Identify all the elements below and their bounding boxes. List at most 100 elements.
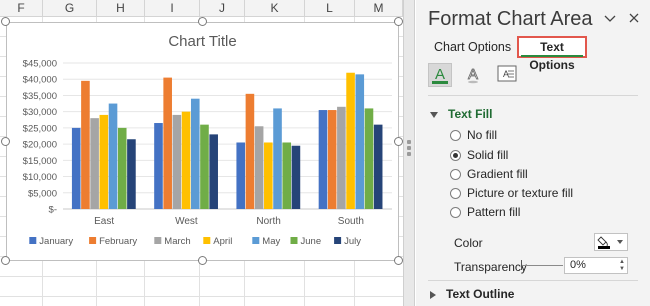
- radio-button-selected[interactable]: [450, 150, 461, 162]
- resize-handle-top[interactable]: [198, 17, 207, 26]
- tab-chart-options-label: Chart Options: [434, 40, 512, 54]
- bar-february-south: [327, 110, 337, 209]
- radio-button[interactable]: [450, 130, 461, 142]
- radio-picture-fill[interactable]: Picture or texture fill: [450, 186, 573, 200]
- radio-pattern-fill[interactable]: Pattern fill: [450, 205, 520, 219]
- resize-handle-bottom[interactable]: [198, 256, 207, 265]
- bar-april-east: [99, 114, 109, 209]
- bar-may-east: [108, 103, 118, 209]
- y-tick-label: $10,000: [23, 172, 57, 183]
- text-effects-icon[interactable]: A: [462, 63, 486, 87]
- bar-march-east: [90, 118, 99, 209]
- transparency-slider-track[interactable]: [521, 265, 563, 266]
- legend-label-february: February: [99, 236, 137, 247]
- column-header-f[interactable]: F: [0, 0, 43, 17]
- column-header-h[interactable]: H: [97, 0, 145, 17]
- column-header-l[interactable]: L: [305, 0, 355, 17]
- radio-no-fill[interactable]: No fill: [450, 128, 497, 142]
- bar-april-west: [181, 111, 191, 209]
- resize-handle-left[interactable]: [1, 137, 10, 146]
- expand-triangle-icon: [430, 111, 438, 118]
- chevron-down-icon[interactable]: [600, 8, 620, 30]
- legend-swatch-may: [252, 237, 260, 244]
- radio-button[interactable]: [450, 169, 461, 181]
- y-tick-label: $-: [49, 205, 57, 216]
- resize-handle-top-right[interactable]: [394, 17, 403, 26]
- x-tick-label: East: [94, 216, 114, 227]
- resize-handle-right[interactable]: [394, 137, 403, 146]
- column-header-bar: F G H I J K L M: [0, 0, 403, 17]
- y-tick-label: $40,000: [23, 75, 57, 86]
- bar-january-south: [318, 110, 328, 209]
- legend-swatch-january: [29, 237, 37, 244]
- radio-gradient-fill[interactable]: Gradient fill: [450, 167, 528, 181]
- bar-july-east: [127, 139, 136, 209]
- collapse-triangle-icon: [430, 290, 436, 299]
- radio-solid-fill[interactable]: Solid fill: [450, 148, 508, 162]
- x-tick-label: South: [338, 216, 364, 227]
- section-text-fill[interactable]: Text Fill: [430, 107, 492, 121]
- radio-label: Gradient fill: [467, 167, 528, 181]
- y-tick-label: $45,000: [23, 59, 57, 70]
- resize-handle-top-left[interactable]: [1, 17, 10, 26]
- y-tick-label: $35,000: [23, 91, 57, 102]
- legend-swatch-february: [89, 237, 97, 244]
- bar-april-north: [264, 142, 273, 209]
- format-pane: Format Chart Area Chart Options⌄ Text Op…: [416, 0, 650, 306]
- x-tick-label: West: [175, 216, 198, 227]
- bar-june-north: [282, 142, 292, 209]
- legend-label-january: January: [39, 236, 73, 247]
- svg-text:A: A: [435, 66, 445, 83]
- active-tab-indicator: [521, 55, 583, 57]
- bar-march-north: [254, 126, 264, 209]
- textbox-icon[interactable]: A: [496, 63, 520, 87]
- text-outline-heading: Text Outline: [446, 287, 515, 301]
- section-separator: [428, 280, 638, 281]
- column-header-j[interactable]: J: [200, 0, 245, 17]
- bar-february-west: [163, 77, 172, 209]
- section-separator: [428, 95, 638, 96]
- section-text-outline[interactable]: Text Outline: [430, 287, 514, 301]
- bar-may-west: [190, 98, 200, 209]
- tab-chart-options[interactable]: Chart Options⌄: [434, 40, 524, 54]
- y-tick-label: $15,000: [23, 156, 57, 167]
- bar-february-east: [81, 80, 90, 209]
- radio-label: Pattern fill: [467, 205, 521, 219]
- bar-may-south: [355, 74, 365, 209]
- column-header-i[interactable]: I: [145, 0, 200, 17]
- bar-july-north: [291, 145, 301, 209]
- bar-may-north: [273, 108, 282, 209]
- spreadsheet-area[interactable]: F G H I J K L M Chart Title $45,000 $40,…: [0, 0, 403, 306]
- bar-june-south: [364, 108, 374, 209]
- legend-label-july: July: [344, 236, 361, 247]
- transparency-spinner[interactable]: 0% ▲ ▼: [564, 257, 628, 274]
- y-tick-label: $20,000: [23, 140, 57, 151]
- column-header-g[interactable]: G: [43, 0, 97, 17]
- legend-swatch-april: [203, 237, 211, 244]
- legend-swatch-march: [154, 237, 162, 244]
- pane-splitter[interactable]: [403, 0, 415, 306]
- bar-february-north: [245, 93, 255, 209]
- text-fill-heading: Text Fill: [448, 107, 493, 121]
- radio-button[interactable]: [450, 188, 461, 200]
- chart-plot[interactable]: $45,000 $40,000 $35,000 $30,000 $25,000 $20,0…: [7, 23, 400, 262]
- chart-area[interactable]: Chart Title $45,000 $40,000 $35,000 $30,000…: [6, 22, 399, 261]
- column-header-m[interactable]: M: [355, 0, 403, 17]
- y-tick-label: $5,000: [28, 188, 57, 199]
- bar-march-west: [172, 114, 182, 209]
- radio-button[interactable]: [450, 207, 461, 219]
- legend-label-march: March: [164, 236, 190, 247]
- y-tick-label: $25,000: [23, 123, 57, 134]
- resize-handle-bottom-left[interactable]: [1, 256, 10, 265]
- legend-swatch-july: [334, 237, 342, 244]
- font-color-picker-button[interactable]: [594, 233, 628, 251]
- transparency-slider-thumb[interactable]: [521, 260, 522, 270]
- close-icon[interactable]: [624, 8, 644, 30]
- bar-march-south: [337, 106, 346, 209]
- legend-swatch-june: [290, 237, 298, 244]
- column-header-k[interactable]: K: [245, 0, 305, 17]
- text-fill-outline-icon[interactable]: A: [428, 63, 452, 87]
- spinner-arrows-icon[interactable]: ▲ ▼: [619, 259, 625, 273]
- legend-label-june: June: [301, 236, 322, 247]
- resize-handle-bottom-right[interactable]: [394, 256, 403, 265]
